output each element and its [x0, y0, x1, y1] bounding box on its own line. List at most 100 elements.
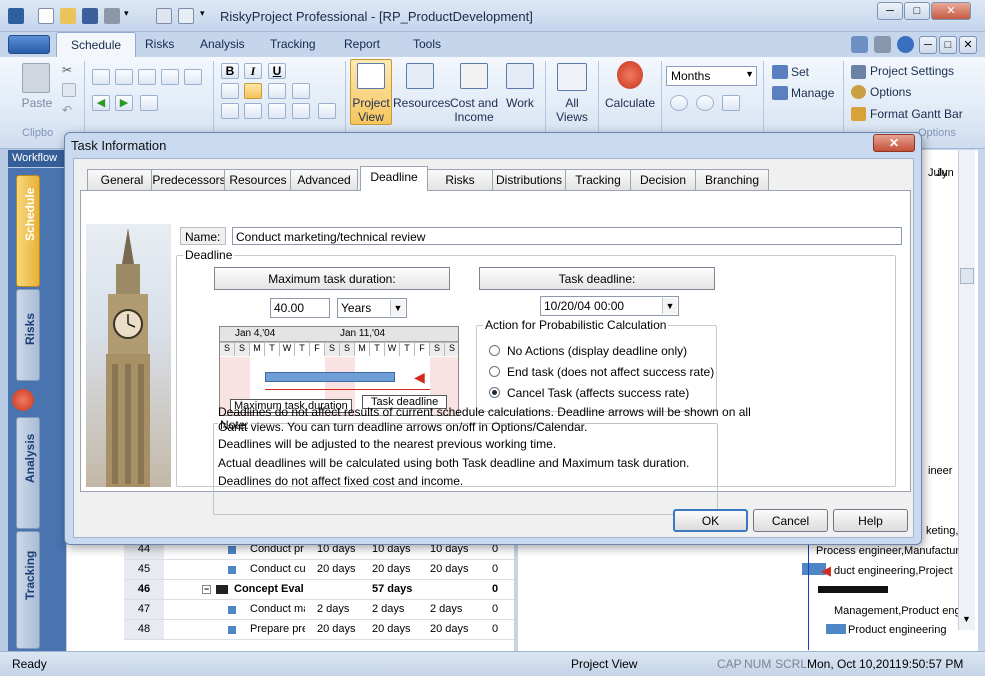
options-button[interactable]: Options — [870, 86, 911, 99]
duration-unit-select[interactable]: Years ▼ — [337, 298, 407, 318]
task-information-icon[interactable] — [140, 95, 158, 111]
manage-button[interactable]: Manage — [791, 87, 834, 100]
gantt-task-bar[interactable] — [826, 624, 846, 634]
radio-cancel-task[interactable]: Cancel Task (affects success rate) — [489, 386, 689, 400]
calculate-icon[interactable] — [12, 389, 34, 411]
tab-schedule[interactable]: Schedule — [56, 32, 137, 57]
ok-button[interactable]: OK — [673, 509, 748, 532]
zoom-out-icon[interactable] — [696, 95, 714, 111]
scrollbar-thumb[interactable] — [960, 268, 974, 284]
close-window-button[interactable]: ✕ — [931, 2, 971, 20]
application-menu-button[interactable] — [8, 35, 50, 54]
table-row[interactable]: 45 Conduct cu 20 days 20 days 20 days 0 — [124, 560, 514, 580]
save-icon[interactable] — [82, 8, 98, 24]
tab-general[interactable]: General — [87, 169, 157, 190]
radio-button[interactable] — [489, 366, 500, 377]
style-icon[interactable] — [851, 36, 868, 53]
zoom-fit-icon[interactable] — [722, 95, 740, 111]
tab-deadline[interactable]: Deadline — [360, 166, 428, 191]
set-baseline-icon[interactable] — [772, 65, 788, 79]
undo-icon[interactable]: ↶ — [62, 103, 76, 117]
set-button[interactable]: Set — [791, 66, 809, 79]
all-views-label-2[interactable]: Views — [552, 111, 592, 124]
task-name-field[interactable]: Conduct marketing/technical review — [232, 227, 902, 245]
options-gear-icon[interactable] — [851, 85, 866, 99]
tab-decision[interactable]: Decision — [630, 169, 696, 190]
scroll-down-icon[interactable]: ▼ — [962, 614, 971, 624]
tab-advanced[interactable]: Advanced — [290, 169, 358, 190]
radio-button[interactable] — [489, 345, 500, 356]
tab-tracking[interactable]: Tracking — [565, 169, 631, 190]
calculate-button[interactable]: Calculate — [603, 97, 657, 110]
format-gantt-bar-icon[interactable] — [851, 107, 866, 121]
tab-tracking[interactable]: Tracking — [270, 37, 316, 51]
cost-income-label-1[interactable]: Cost and — [448, 97, 500, 110]
resources-icon[interactable] — [406, 63, 434, 89]
tab-tools[interactable]: Tools — [413, 37, 441, 51]
grid-settings-icon[interactable] — [318, 103, 336, 119]
insert-column-icon[interactable] — [221, 103, 239, 119]
italic-button[interactable]: I — [244, 63, 262, 79]
insert-task-icon[interactable] — [161, 69, 179, 85]
wrap-text-icon[interactable] — [292, 83, 310, 99]
link-tasks-icon[interactable] — [92, 69, 110, 85]
restore-button[interactable]: □ — [904, 2, 930, 20]
print-preview-icon[interactable] — [156, 8, 172, 24]
work-icon[interactable] — [506, 63, 534, 89]
tab-resources[interactable]: Resources — [224, 169, 292, 190]
dialog-close-button[interactable]: ✕ — [873, 134, 915, 152]
radio-button-selected[interactable] — [489, 387, 500, 398]
delete-column-icon[interactable] — [244, 103, 262, 119]
print-dropdown-icon[interactable]: ▾ — [124, 8, 134, 24]
tab-risks[interactable]: Risks — [145, 37, 174, 51]
radio-end-task[interactable]: End task (does not affect success rate) — [489, 365, 714, 379]
delete-task-icon[interactable] — [184, 69, 202, 85]
unlink-tasks-icon[interactable] — [115, 69, 133, 85]
print-icon[interactable] — [104, 8, 120, 24]
paste-icon[interactable] — [22, 63, 50, 93]
radio-no-actions[interactable]: No Actions (display deadline only) — [489, 344, 687, 358]
bold-button[interactable]: B — [221, 63, 239, 79]
sidebar-tab-tracking[interactable]: Tracking — [16, 531, 40, 649]
doc-restore-button[interactable]: □ — [939, 36, 957, 54]
zoom-in-icon[interactable] — [670, 95, 688, 111]
vertical-scrollbar[interactable]: ▼ — [958, 150, 975, 630]
column-width-icon[interactable] — [268, 103, 286, 119]
page-setup-icon[interactable] — [178, 8, 194, 24]
project-settings-button[interactable]: Project Settings — [870, 65, 954, 78]
cost-income-label-2[interactable]: Income — [448, 111, 500, 124]
new-document-icon[interactable] — [38, 8, 54, 24]
timescale-select[interactable]: Months ▼ — [666, 66, 757, 86]
help-options-icon[interactable] — [874, 36, 891, 53]
gantt-summary-bar[interactable] — [818, 586, 888, 593]
workflow-header[interactable]: Workflow — [8, 150, 64, 167]
resources-button[interactable]: Resources — [393, 97, 450, 110]
table-row[interactable]: 47 Conduct ma 2 days 2 days 2 days 0 — [124, 600, 514, 620]
align-left-icon[interactable] — [221, 83, 239, 99]
sidebar-tab-analysis[interactable]: Analysis — [16, 417, 40, 529]
collapse-icon[interactable]: − — [202, 585, 211, 594]
all-views-label-1[interactable]: All — [552, 97, 592, 110]
format-gantt-bar-button[interactable]: Format Gantt Bar — [870, 108, 963, 121]
tab-predecessors[interactable]: Predecessors — [151, 169, 227, 190]
customize-toolbar-icon[interactable]: ▾ — [200, 8, 210, 24]
tab-branching[interactable]: Branching — [695, 169, 769, 190]
align-center-icon[interactable] — [244, 83, 262, 99]
indent-icon[interactable]: ▶ — [115, 95, 133, 111]
table-row[interactable]: 46 − Concept Eval 57 days 0 — [124, 580, 514, 600]
doc-close-button[interactable]: ✕ — [959, 36, 977, 54]
cut-icon[interactable]: ✂ — [62, 63, 76, 77]
work-button[interactable]: Work — [502, 97, 538, 110]
tab-analysis[interactable]: Analysis — [200, 37, 245, 51]
cost-income-icon[interactable] — [460, 63, 488, 89]
column-settings-icon[interactable] — [292, 103, 310, 119]
help-button[interactable]: Help — [833, 509, 908, 532]
table-row[interactable]: 48 Prepare pre 20 days 20 days 20 days 0 — [124, 620, 514, 640]
help-icon[interactable] — [897, 36, 914, 53]
task-deadline-picker[interactable]: 10/20/04 00:00 ▼ — [540, 296, 679, 316]
outdent-icon[interactable]: ◀ — [92, 95, 110, 111]
underline-button[interactable]: U — [268, 63, 286, 79]
manage-baseline-icon[interactable] — [772, 86, 788, 100]
minimize-button[interactable]: ─ — [877, 2, 903, 20]
all-views-icon[interactable] — [557, 63, 587, 91]
